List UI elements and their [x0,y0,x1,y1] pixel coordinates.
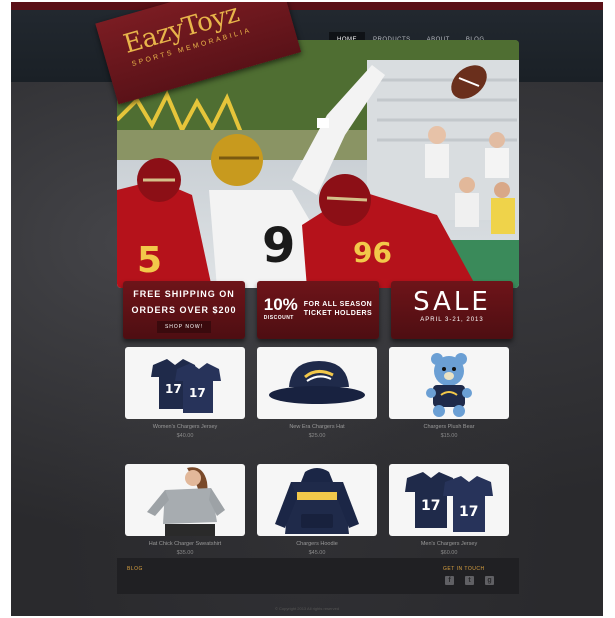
product-card[interactable] [125,464,245,536]
plush-bear-icon [426,353,472,417]
sale-date: APRIL 3-21, 2013 [420,317,484,323]
product-title[interactable]: Women's Chargers Jersey [125,424,245,430]
svg-text:17: 17 [189,386,206,400]
facebook-icon[interactable]: f [445,576,454,585]
discount-percent: 10% [263,295,298,314]
svg-text:17: 17 [421,498,440,514]
shop-now-button[interactable]: SHOP NOW! [156,321,212,333]
svg-text:5: 5 [137,240,162,281]
discount-right: FOR ALL SEASON TICKET HOLDERS [304,300,372,318]
product-card[interactable] [257,347,377,419]
product-price: $15.00 [440,433,458,439]
svg-text:17: 17 [165,382,182,396]
twitter-icon[interactable]: t [465,576,474,585]
discount-left: 10% DISCOUNT [264,295,298,322]
svg-text:96: 96 [353,236,392,269]
discount-word: DISCOUNT [263,315,294,321]
jersey-icon: 17 17 [151,359,221,413]
promo-sale[interactable]: SALE APRIL 3-21, 2013 [391,281,513,339]
product-card[interactable] [257,464,377,536]
product-title[interactable]: Hat Chick Charger Sweatshirt [125,541,245,547]
product-card[interactable]: 17 17 [389,464,509,536]
promo-shipping-line1: FREE SHIPPING ON [133,289,235,299]
product-title[interactable]: Chargers Plush Bear [389,424,509,430]
jersey-icon: 17 17 [405,472,493,532]
promo-free-shipping[interactable]: FREE SHIPPING ON ORDERS OVER $200 SHOP N… [123,281,245,339]
product-price: $35.00 [176,550,194,556]
product-price: $45.00 [308,550,326,556]
footer-get-in-touch: GET IN TOUCH [443,566,485,572]
footer: BLOG GET IN TOUCH f t g [117,558,519,594]
top-accent-bar [11,2,603,10]
product-card[interactable] [389,347,509,419]
product-card[interactable]: 17 17 [125,347,245,419]
page-frame: HOME PRODUCTS ABOUT BLOG EazyToyz SPORTS… [11,2,603,616]
product-title[interactable]: Chargers Hoodie [257,541,377,547]
hoodie-icon [275,468,359,534]
svg-text:17: 17 [459,504,478,520]
sale-title: SALE [413,287,491,317]
product-price: $25.00 [308,433,326,439]
discount-content: 10% DISCOUNT FOR ALL SEASON TICKET HOLDE… [257,295,379,322]
discount-line2: TICKET HOLDERS [303,309,373,317]
product-title[interactable]: New Era Chargers Hat [257,424,377,430]
copyright: © Copyright 2013 All rights reserved [274,606,340,611]
cap-icon [269,361,365,404]
product-price: $40.00 [176,433,194,439]
product-title[interactable]: Men's Chargers Jersey [389,541,509,547]
sweatshirt-icon [147,467,225,536]
promo-discount[interactable]: 10% DISCOUNT FOR ALL SEASON TICKET HOLDE… [257,281,379,339]
discount-line1: FOR ALL SEASON [303,300,373,308]
footer-blog-link[interactable]: BLOG [127,566,143,572]
svg-text:9: 9 [262,218,295,274]
promo-shipping-line2: ORDERS OVER $200 [131,305,237,315]
product-price: $60.00 [440,550,458,556]
google-plus-icon[interactable]: g [485,576,494,585]
